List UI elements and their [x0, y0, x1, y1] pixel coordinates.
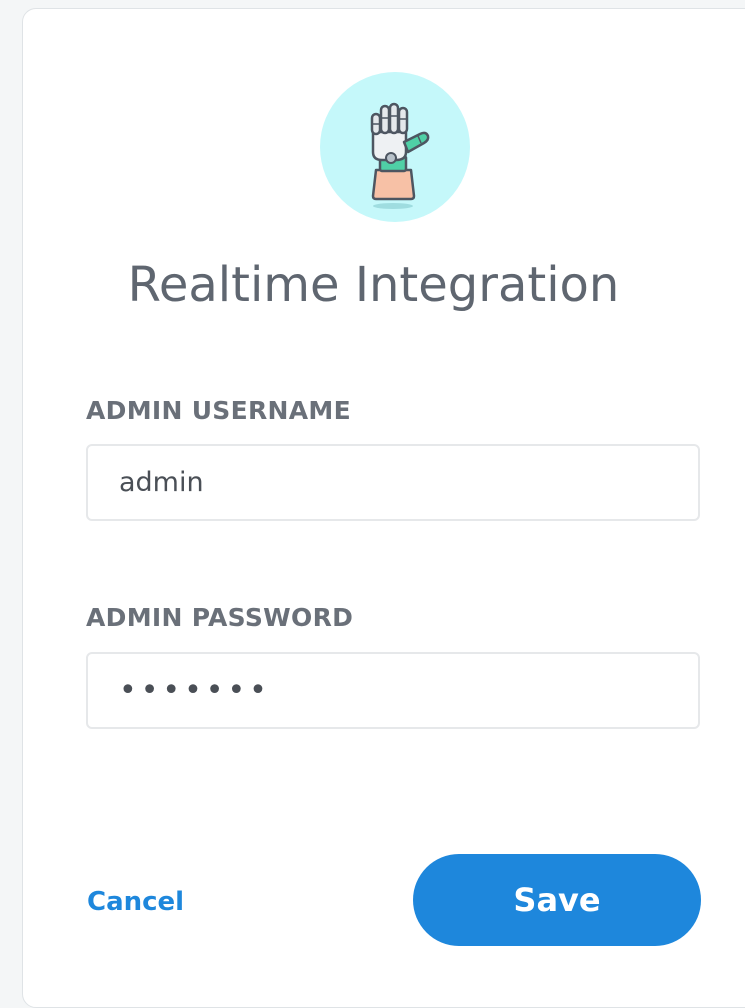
save-button[interactable]: Save [413, 854, 701, 946]
username-input[interactable] [86, 444, 700, 521]
page-title: Realtime Integration [127, 257, 620, 313]
password-label: ADMIN PASSWORD [86, 603, 354, 632]
robot-hand-icon [370, 102, 430, 209]
username-label: ADMIN USERNAME [86, 396, 351, 425]
avatar [320, 72, 470, 222]
integration-card: Realtime Integration ADMIN USERNAME ADMI… [22, 8, 745, 1008]
password-input[interactable]: ••••••• [86, 652, 700, 729]
cancel-button[interactable]: Cancel [87, 887, 184, 917]
